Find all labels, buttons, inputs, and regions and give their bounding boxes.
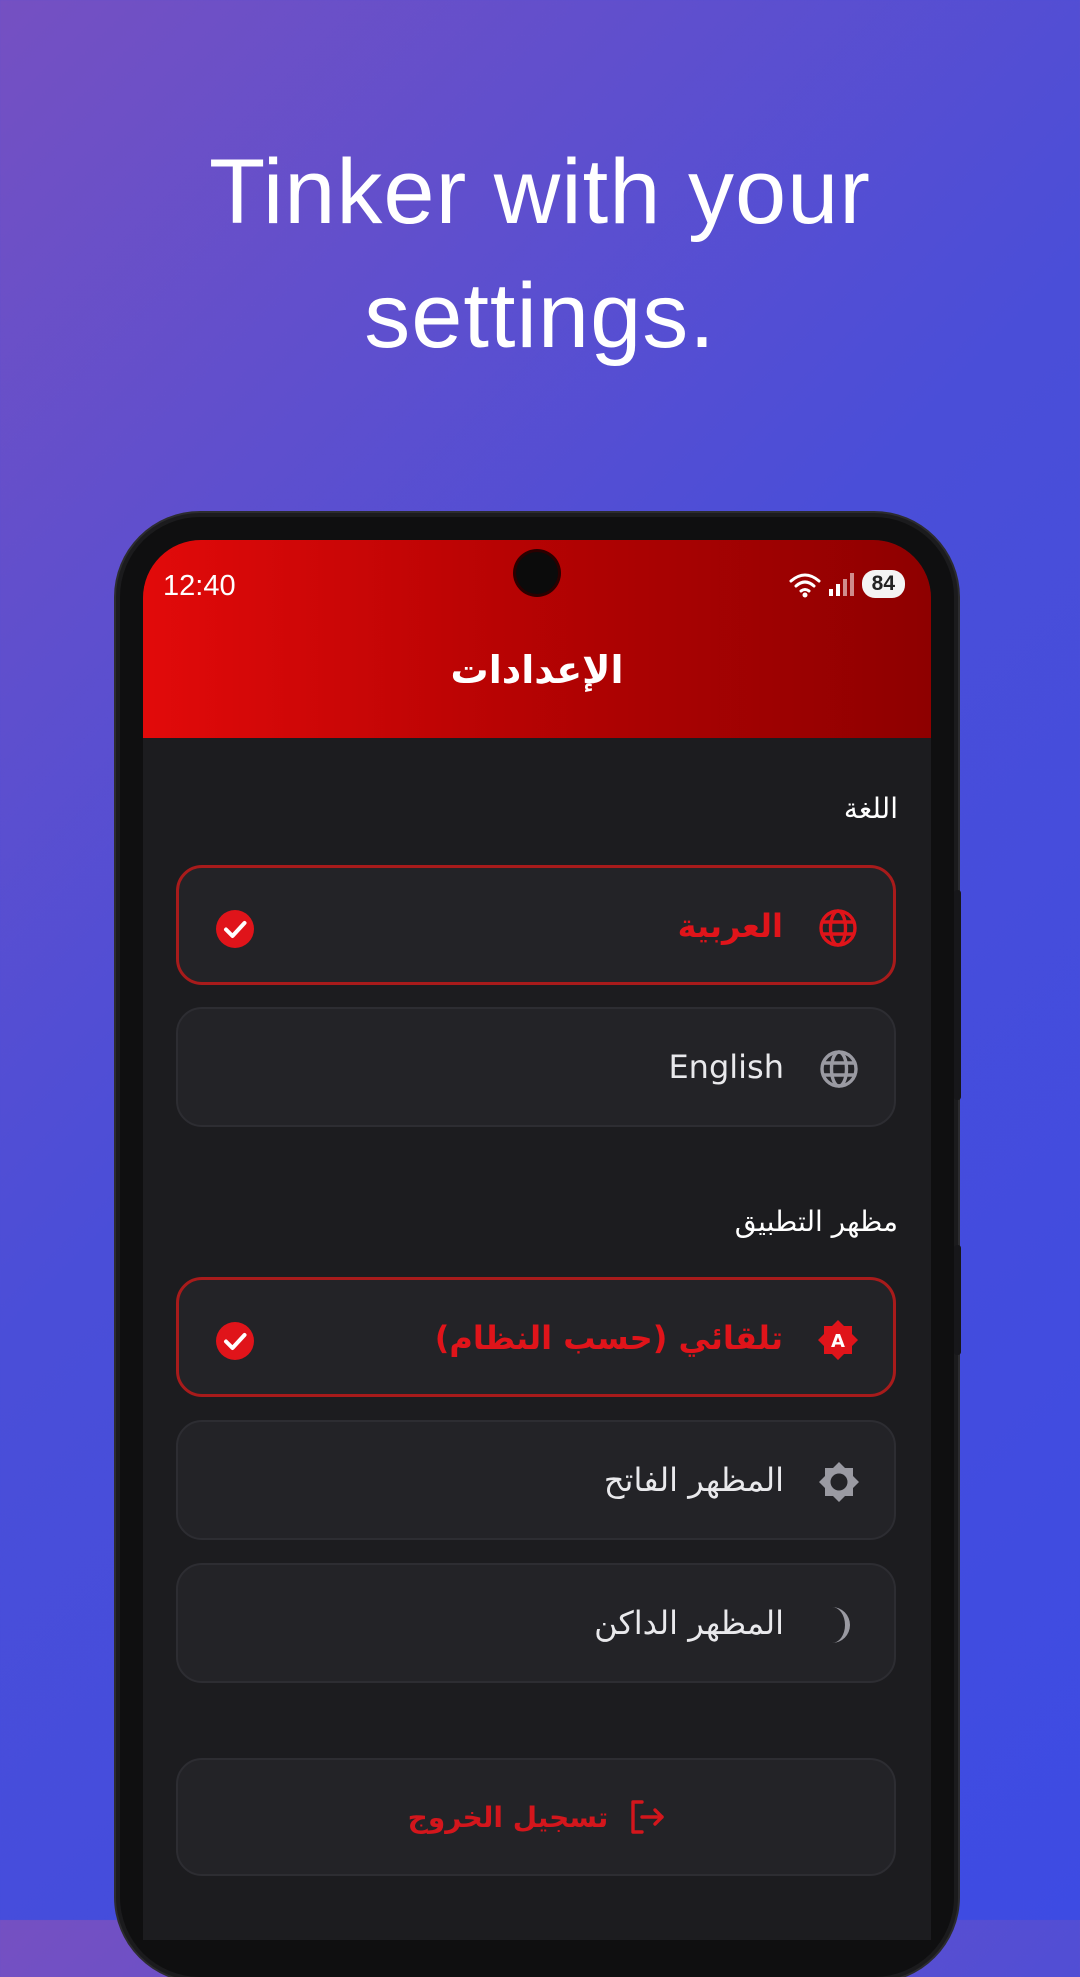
logout-label: تسجيل الخروج [407, 1800, 609, 1834]
brightness-auto-icon: A [818, 1320, 858, 1360]
language-option-english[interactable]: English [176, 1007, 896, 1127]
option-label: تلقائي (حسب النظام) [434, 1319, 783, 1357]
camera-cutout [516, 552, 558, 594]
theme-option-auto[interactable]: A تلقائي (حسب النظام) [176, 1277, 896, 1397]
svg-text:A: A [831, 1331, 845, 1352]
language-option-arabic[interactable]: العربية [176, 865, 896, 985]
option-label: العربية [677, 907, 783, 945]
battery-indicator: 84 [861, 570, 905, 598]
app-bar: 12:40 84 الإعدادات [143, 540, 931, 738]
phone-screen: 12:40 84 الإعدادات اللغة العربية English… [143, 540, 931, 1940]
phone-side-button [954, 1245, 961, 1355]
check-circle-icon [216, 1322, 254, 1360]
check-circle-icon [216, 910, 254, 948]
option-label: English [668, 1048, 784, 1086]
status-time: 12:40 [163, 570, 236, 602]
page-title: الإعدادات [450, 648, 624, 692]
status-icons: 84 [788, 570, 905, 598]
logout-button[interactable]: تسجيل الخروج [176, 1758, 896, 1876]
option-label: المظهر الفاتح [603, 1461, 784, 1499]
language-section-label: اللغة [843, 792, 898, 825]
phone-side-button [954, 890, 961, 1100]
promo-headline: Tinker with your settings. [0, 130, 1080, 378]
globe-icon [819, 909, 857, 947]
theme-option-dark[interactable]: المظهر الداكن [176, 1563, 896, 1683]
theme-section-label: مظهر التطبيق [734, 1205, 898, 1238]
logout-content: تسجيل الخروج [178, 1760, 898, 1874]
headline-line-2: settings. [364, 265, 716, 367]
signal-icon [828, 573, 854, 596]
wifi-icon [789, 573, 821, 598]
globe-icon [820, 1050, 858, 1088]
logout-icon [631, 1800, 665, 1834]
theme-option-light[interactable]: المظهر الفاتح [176, 1420, 896, 1540]
moon-icon [832, 1607, 850, 1643]
headline-line-1: Tinker with your [209, 141, 871, 243]
option-label: المظهر الداكن [594, 1604, 784, 1642]
brightness-icon [819, 1462, 859, 1502]
